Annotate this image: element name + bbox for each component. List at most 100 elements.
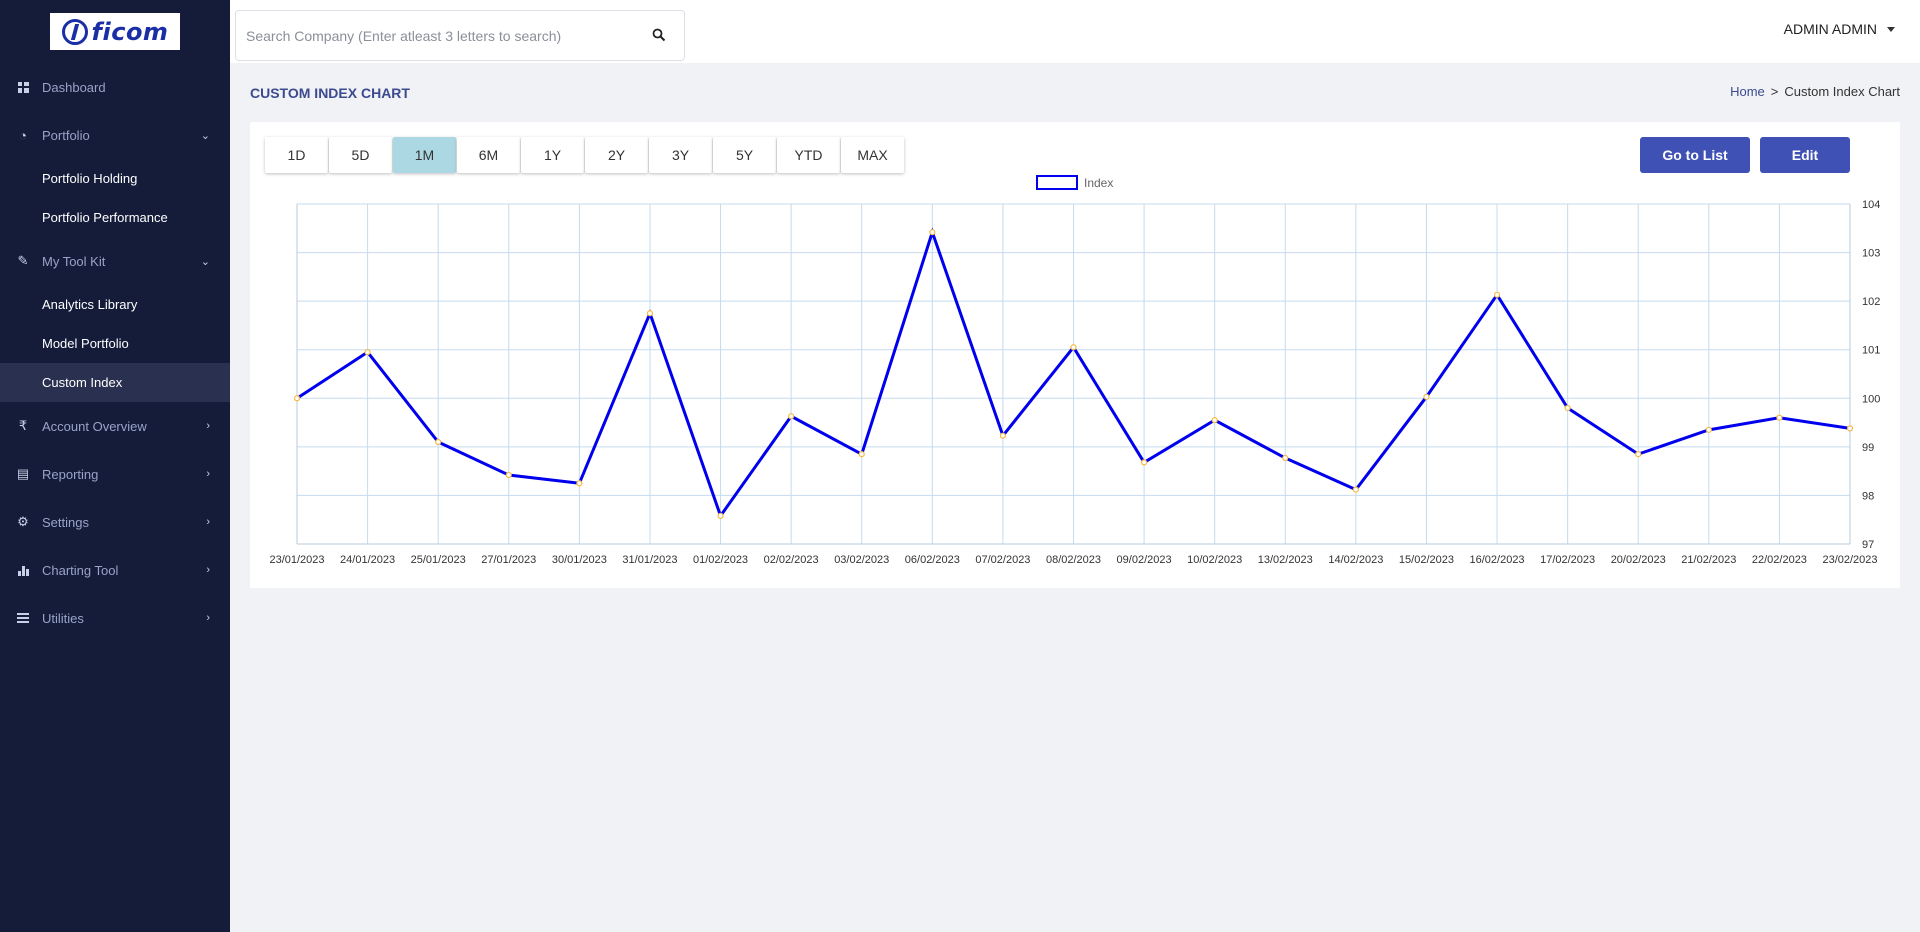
x-tick-label: 25/01/2023 [411,554,466,566]
y-tick-label: 104 [1862,199,1880,211]
data-point [1493,291,1501,298]
x-tick-label: 09/02/2023 [1117,554,1172,566]
x-tick-label: 31/01/2023 [622,554,677,566]
x-tick-label: 03/02/2023 [834,554,889,566]
data-point [1211,417,1218,424]
logo-area: ficom [0,0,230,63]
x-tick-label: 24/01/2023 [340,554,395,566]
data-point [1635,451,1642,458]
x-tick-label: 02/02/2023 [764,554,819,566]
x-tick-label: 30/01/2023 [552,554,607,566]
chevron-right-icon: › [206,468,210,480]
edit-button[interactable]: Edit [1760,137,1850,173]
data-point [1564,404,1571,412]
data-point [364,349,371,356]
data-point [858,451,865,458]
y-tick-label: 98 [1862,490,1874,502]
sidebar-nav: Dashboard ◔ Portfolio ⌄ Portfolio Holdin… [0,63,230,642]
sidebar-item-label: Dashboard [42,79,106,95]
x-tick-label: 17/02/2023 [1540,554,1595,566]
sidebar-item-label: Charting Tool [42,562,119,578]
bar-chart-icon [16,563,30,577]
data-point [788,413,795,420]
data-point [1282,454,1289,462]
sidebar-item-my-tool-kit[interactable]: ✎ My Tool Kit ⌄ [0,237,230,285]
range-button-3y[interactable]: 3Y [649,137,712,173]
report-icon: ▤ [16,466,30,481]
logo-text: ficom [91,17,169,46]
logo-mark-icon [61,18,88,45]
range-button-5d[interactable]: 5D [329,137,392,173]
range-button-1y[interactable]: 1Y [521,137,584,173]
sidebar-subitem-model-portfolio[interactable]: Model Portfolio [0,324,230,363]
x-tick-label: 20/02/2023 [1611,554,1666,566]
x-tick-label: 23/01/2023 [269,554,324,566]
sidebar-item-label: Reporting [42,466,99,482]
chevron-right-icon: › [206,420,210,432]
x-tick-label: 22/02/2023 [1752,554,1807,566]
gear-icon: ⚙ [17,514,29,529]
sidebar-item-reporting[interactable]: ▤ Reporting › [0,450,230,498]
toolkit-icon: ✎ [17,253,29,268]
range-button-ytd[interactable]: YTD [777,137,840,173]
range-button-1m[interactable]: 1M [393,137,456,173]
sidebar-item-settings[interactable]: ⚙ Settings › [0,498,230,546]
sidebar-item-label: Portfolio [42,127,90,143]
sidebar-subitem-portfolio-holding[interactable]: Portfolio Holding [0,159,230,198]
sidebar-item-dashboard[interactable]: Dashboard [0,63,230,111]
chevron-right-icon: › [206,564,210,576]
y-tick-label: 97 [1862,539,1874,551]
sidebar-item-label: My Tool Kit [42,253,106,269]
x-tick-label: 13/02/2023 [1258,554,1313,566]
range-button-5y[interactable]: 5Y [713,137,776,173]
sidebar-item-utilities[interactable]: Utilities › [0,594,230,642]
data-point [1846,425,1854,432]
chevron-down-icon: ⌄ [200,255,210,268]
x-tick-label: 07/02/2023 [975,554,1030,566]
caret-down-icon [1887,26,1895,32]
y-tick-label: 102 [1862,296,1880,308]
x-tick-label: 21/02/2023 [1681,554,1736,566]
dashboard-icon [16,80,30,94]
data-point [999,432,1007,439]
search-icon[interactable] [652,28,666,42]
range-button-1d[interactable]: 1D [265,137,328,173]
logo[interactable]: ficom [50,13,180,50]
range-button-max[interactable]: MAX [841,137,904,173]
sidebar-item-label: Account Overview [42,418,147,434]
go-to-list-button[interactable]: Go to List [1640,137,1750,173]
range-button-6m[interactable]: 6M [457,137,520,173]
data-point [1070,344,1077,351]
x-tick-label: 01/02/2023 [693,554,748,566]
x-tick-label: 23/02/2023 [1822,554,1877,566]
sidebar-item-label: Utilities [42,610,84,626]
sidebar-subitem-custom-index[interactable]: Custom Index [0,363,230,402]
data-point [1776,414,1783,421]
x-tick-label: 27/01/2023 [481,554,536,566]
sidebar-subitem-analytics-library[interactable]: Analytics Library [0,285,230,324]
legend-label: Index [1084,176,1113,190]
legend-swatch [1036,175,1078,190]
y-tick-label: 103 [1862,248,1880,260]
data-point [929,229,936,236]
x-tick-label: 08/02/2023 [1046,554,1101,566]
breadcrumb-home-link[interactable]: Home [1730,84,1765,99]
sidebar-item-charting-tool[interactable]: Charting Tool › [0,546,230,594]
sidebar-subitem-portfolio-performance[interactable]: Portfolio Performance [0,198,230,237]
sidebar-item-account-overview[interactable]: ₹ Account Overview › [0,402,230,450]
search-input[interactable] [236,11,636,60]
y-tick-label: 99 [1862,442,1874,454]
data-point [505,471,512,479]
data-point [435,438,442,446]
rupee-icon: ₹ [18,418,28,433]
data-point [576,480,583,487]
range-button-2y[interactable]: 2Y [585,137,648,173]
breadcrumb: Home > Custom Index Chart [1730,84,1900,99]
user-menu[interactable]: ADMIN ADMIN [1784,21,1895,37]
sidebar-item-portfolio[interactable]: ◔ Portfolio ⌄ [0,111,230,159]
portfolio-icon: ◔ [19,127,27,143]
range-selector: 1D 5D 1M 6M 1Y 2Y 3Y 5Y YTD MAX [265,137,904,173]
x-tick-label: 06/02/2023 [905,554,960,566]
data-point [293,395,301,402]
user-name: ADMIN ADMIN [1783,21,1877,37]
